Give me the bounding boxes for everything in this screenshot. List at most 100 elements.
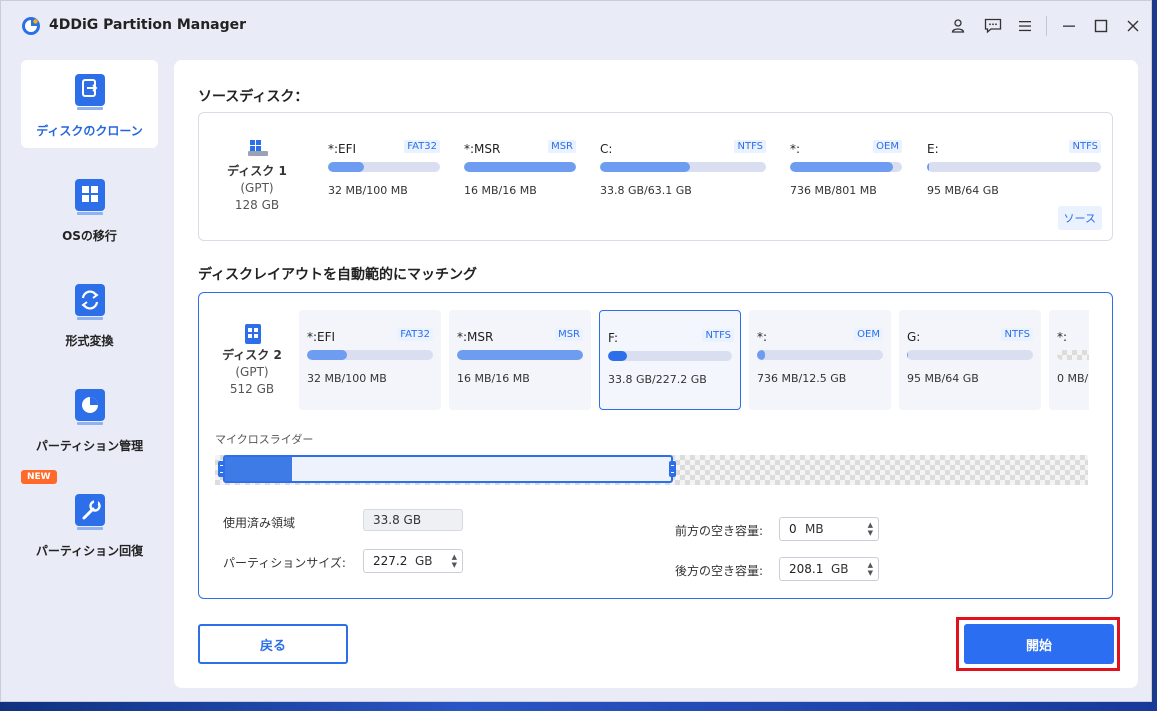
partition-size-range[interactable] bbox=[223, 455, 673, 483]
partition-name: *: bbox=[757, 330, 768, 344]
right-resize-handle[interactable] bbox=[669, 461, 676, 477]
app-logo-icon bbox=[22, 17, 40, 35]
main-panel: ソースディスク： ディスク 1 (GPT) 128 GB *:EFI FAT32… bbox=[174, 60, 1138, 688]
partition-name: *:EFI bbox=[328, 142, 357, 156]
sidebar-item-label: パーティション回復 bbox=[35, 544, 144, 558]
back-button[interactable]: 戻る bbox=[198, 624, 348, 664]
os-migration-icon bbox=[75, 179, 105, 215]
source-disk-title: ソースディスク： bbox=[198, 89, 309, 105]
source-disk-info: ディスク 1 (GPT) 128 GB bbox=[212, 163, 302, 214]
source-tag: ソース bbox=[1057, 206, 1102, 230]
partition-filesystem: OEM bbox=[873, 140, 902, 153]
partition-name: *:EFI bbox=[307, 330, 336, 344]
target-partition-card-selected[interactable]: F: NTFS 33.8 GB/227.2 GB bbox=[599, 310, 741, 410]
left-resize-handle[interactable] bbox=[218, 461, 225, 477]
partition-filesystem: NTFS bbox=[1001, 328, 1033, 341]
usage-fill bbox=[328, 162, 364, 172]
partition-filesystem: OEM bbox=[854, 328, 883, 341]
disk-clone-icon bbox=[75, 74, 105, 110]
partition-name: G: bbox=[907, 330, 921, 344]
account-icon[interactable] bbox=[945, 13, 971, 39]
partition-size: 32 MB/100 MB bbox=[328, 184, 408, 197]
micro-slider-track[interactable] bbox=[215, 455, 1088, 485]
stepper-unit: GB bbox=[415, 554, 433, 568]
maximize-button[interactable] bbox=[1088, 13, 1114, 39]
sidebar-item-partition-manage[interactable]: パーティション管理 bbox=[21, 375, 158, 463]
minimize-button[interactable] bbox=[1056, 13, 1082, 39]
stepper-arrows-icon[interactable]: ▲ ▼ bbox=[452, 553, 457, 569]
target-partition-strip: *:EFI FAT32 32 MB/100 MB *:MSR MSR 16 MB… bbox=[299, 310, 1089, 412]
disk-type: (GPT) bbox=[235, 365, 269, 379]
sidebar-item-label: 形式変換 bbox=[65, 334, 114, 348]
sidebar-item-os-migration[interactable]: OSの移行 bbox=[21, 165, 158, 253]
disk-name: ディスク 2 bbox=[222, 348, 282, 362]
convert-icon bbox=[75, 284, 105, 320]
partition-size: 33.8 GB/63.1 GB bbox=[600, 184, 692, 197]
partition-size-stepper[interactable]: 227.2 GB ▲ ▼ bbox=[363, 549, 463, 573]
partition-size: 0 MB/2 bbox=[1057, 372, 1089, 385]
free-after-stepper[interactable]: 208.1 GB ▲ ▼ bbox=[779, 557, 879, 581]
target-partition-card[interactable]: *:MSR MSR 16 MB/16 MB bbox=[449, 310, 591, 410]
stepper-value: 227.2 bbox=[373, 554, 408, 568]
partition-filesystem: MSR bbox=[548, 140, 576, 153]
close-button[interactable] bbox=[1120, 13, 1146, 39]
partition-size: 95 MB/64 GB bbox=[907, 372, 979, 385]
partition-filesystem: NTFS bbox=[1069, 140, 1101, 153]
sidebar-item-disk-clone[interactable]: ディスクのクローン bbox=[21, 60, 158, 148]
partition-filesystem: FAT32 bbox=[397, 328, 433, 341]
desktop-background bbox=[0, 702, 1157, 711]
stepper-unit: GB bbox=[831, 562, 849, 576]
partition-name: *:MSR bbox=[457, 330, 494, 344]
disk-type: (GPT) bbox=[240, 181, 274, 195]
partition-usage-bar bbox=[1057, 350, 1089, 360]
partition-usage-bar bbox=[464, 162, 576, 172]
start-button[interactable]: 開始 bbox=[964, 624, 1114, 664]
feedback-icon[interactable] bbox=[980, 13, 1006, 39]
partition-name: C: bbox=[600, 142, 613, 156]
free-after-label: 後方の空き容量: bbox=[675, 564, 764, 578]
partition-filesystem: NTFS bbox=[702, 329, 734, 342]
target-partition-card[interactable]: *: OEM 736 MB/12.5 GB bbox=[749, 310, 891, 410]
target-partition-card[interactable]: *:EFI FAT32 32 MB/100 MB bbox=[299, 310, 441, 410]
partition-size: 32 MB/100 MB bbox=[307, 372, 387, 385]
source-disk-panel: ディスク 1 (GPT) 128 GB *:EFI FAT32 32 MB/10… bbox=[198, 112, 1113, 241]
target-disk-icon bbox=[245, 324, 261, 344]
partition-filesystem: FAT32 bbox=[404, 140, 440, 153]
titlebar-divider bbox=[1046, 16, 1047, 36]
micro-slider-label: マイクロスライダー bbox=[215, 433, 314, 446]
target-partition-card-unallocated[interactable]: *: 0 MB/2 bbox=[1049, 310, 1089, 410]
partition-usage-bar bbox=[600, 162, 766, 172]
partition-size: 33.8 GB/227.2 GB bbox=[608, 373, 707, 386]
partition-usage-bar bbox=[608, 351, 732, 361]
stepper-arrows-icon[interactable]: ▲ ▼ bbox=[868, 561, 873, 577]
partition-usage-bar bbox=[307, 350, 433, 360]
stepper-arrows-icon[interactable]: ▲ ▼ bbox=[868, 521, 873, 537]
partition-size: 736 MB/801 MB bbox=[790, 184, 877, 197]
app-window: 4DDiG Partition Manager ディスクのクローン OSの移行 … bbox=[0, 0, 1152, 702]
partition-name: F: bbox=[608, 331, 619, 345]
partition-name: *:MSR bbox=[464, 142, 501, 156]
partition-name: *: bbox=[1057, 330, 1068, 344]
usage-fill bbox=[600, 162, 690, 172]
partition-filesystem: NTFS bbox=[734, 140, 766, 153]
new-badge: NEW bbox=[21, 470, 57, 484]
partition-size: 16 MB/16 MB bbox=[457, 372, 530, 385]
partition-name: *: bbox=[790, 142, 801, 156]
stepper-value: 208.1 bbox=[789, 562, 824, 576]
partition-usage-bar bbox=[927, 162, 1101, 172]
auto-match-title: ディスクレイアウトを自動範的にマッチング bbox=[198, 267, 478, 283]
sidebar-item-partition-recovery[interactable]: NEW パーティション回復 bbox=[21, 470, 158, 568]
app-title: 4DDiG Partition Manager bbox=[49, 17, 247, 33]
disk-size: 128 GB bbox=[234, 198, 280, 212]
target-disk-info: ディスク 2 (GPT) 512 GB bbox=[207, 347, 297, 398]
target-partition-card[interactable]: G: NTFS 95 MB/64 GB bbox=[899, 310, 1041, 410]
free-before-stepper[interactable]: 0 MB ▲ ▼ bbox=[779, 517, 879, 541]
usage-fill bbox=[790, 162, 894, 172]
menu-icon[interactable] bbox=[1012, 13, 1038, 39]
stepper-unit: MB bbox=[805, 522, 824, 536]
sidebar-item-label: ディスクのクローン bbox=[36, 124, 143, 138]
target-disk-panel: ディスク 2 (GPT) 512 GB *:EFI FAT32 32 MB/10… bbox=[198, 292, 1113, 599]
usage-fill bbox=[927, 162, 929, 172]
sidebar-item-format-convert[interactable]: 形式変換 bbox=[21, 270, 158, 358]
partition-usage-bar bbox=[757, 350, 883, 360]
